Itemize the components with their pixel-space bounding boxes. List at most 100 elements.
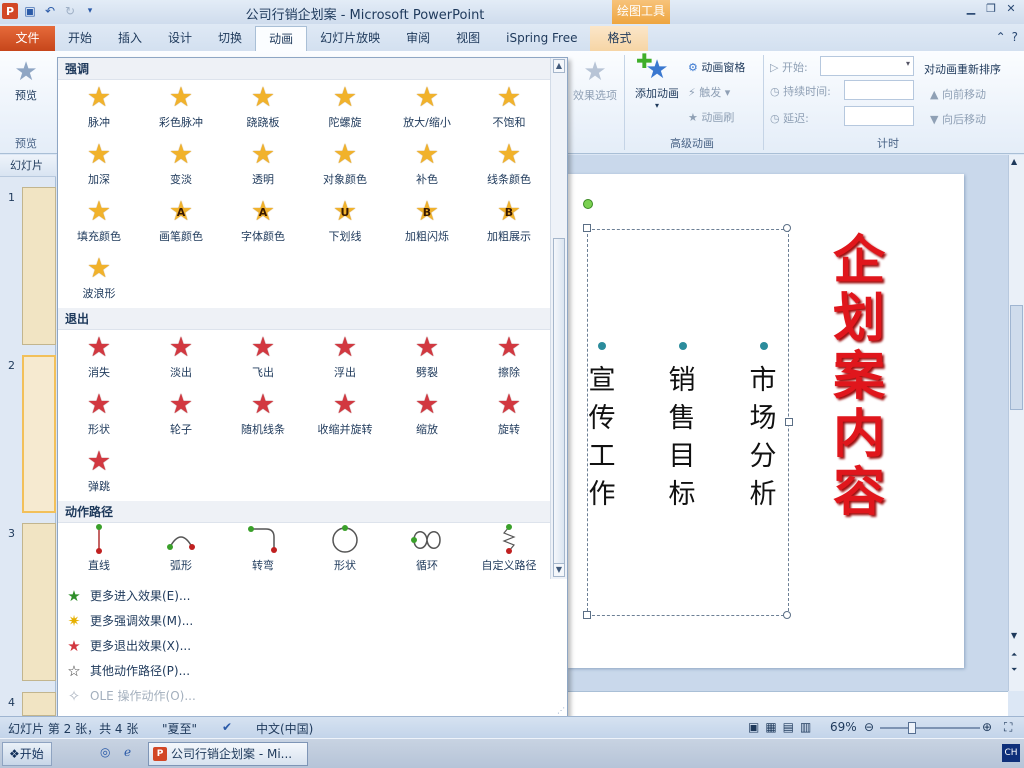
zoom-slider[interactable]: [880, 727, 980, 729]
close-icon[interactable]: ✕: [1002, 2, 1020, 18]
tab-file[interactable]: 文件: [0, 26, 55, 51]
animation-effect-item[interactable]: ★ 对象颜色: [304, 137, 386, 187]
slide-thumbnail-3[interactable]: [22, 523, 56, 681]
slide-vertical-scrollbar[interactable]: ▲ ▼ ⏶ ⏷: [1008, 155, 1024, 691]
resize-handle[interactable]: [783, 224, 791, 232]
animation-effect-item[interactable]: 转弯: [222, 523, 304, 573]
zoom-in-icon[interactable]: ⊕: [982, 720, 992, 734]
start-button[interactable]: ❖开始: [2, 742, 52, 766]
animation-effect-item[interactable]: ★ B 加粗闪烁: [386, 194, 468, 244]
add-animation-button[interactable]: ★ ✚ 添加动画 ▾: [630, 49, 684, 110]
scroll-down-icon[interactable]: ▼: [553, 563, 565, 577]
animation-effect-item[interactable]: ★ 浮出: [304, 330, 386, 380]
scroll-up-icon[interactable]: ▲: [1011, 157, 1017, 166]
animation-effect-item[interactable]: ★ 收缩并旋转: [304, 387, 386, 437]
animation-pane-button[interactable]: ⚙ 动画窗格: [688, 59, 745, 75]
slide-thumbnail-2[interactable]: [22, 355, 56, 513]
preview-button[interactable]: ★ 预览: [8, 57, 44, 103]
resize-handle[interactable]: [785, 418, 793, 426]
animation-effect-item[interactable]: ★ 不饱和: [468, 80, 550, 130]
resize-handle[interactable]: [583, 224, 591, 232]
effect-options-button[interactable]: ★ 效果选项: [570, 57, 620, 103]
zoom-slider-knob[interactable]: [908, 722, 916, 734]
tab-ispring[interactable]: iSpring Free: [493, 26, 590, 51]
animation-effect-item[interactable]: ★ A 字体颜色: [222, 194, 304, 244]
slides-panel-header[interactable]: 幻灯片: [0, 155, 56, 177]
animation-effect-item[interactable]: ★ 劈裂: [386, 330, 468, 380]
zoom-level[interactable]: 69%: [830, 720, 857, 734]
input-method-indicator[interactable]: CH: [1002, 744, 1020, 762]
tab-home[interactable]: 开始: [55, 26, 105, 51]
resize-gripper-icon[interactable]: ⋰: [557, 706, 565, 715]
gallery-menu-item[interactable]: ★ 更多退出效果(X)...: [58, 633, 567, 658]
start-dropdown[interactable]: ▾: [820, 56, 914, 76]
animation-effect-item[interactable]: ★ 线条颜色: [468, 137, 550, 187]
tab-view[interactable]: 视图: [443, 26, 493, 51]
animation-effect-item[interactable]: ★ 填充颜色: [58, 194, 140, 244]
gallery-menu-item[interactable]: ☆ 其他动作路径(P)...: [58, 658, 567, 683]
taskbar-item-powerpoint[interactable]: P 公司行销企划案 - Mi...: [148, 742, 308, 766]
spell-check-icon[interactable]: ✔: [222, 720, 232, 734]
scrollbar-thumb[interactable]: [1010, 305, 1023, 410]
scroll-up-icon[interactable]: ▲: [553, 59, 565, 73]
animation-effect-item[interactable]: 直线: [58, 523, 140, 573]
tab-review[interactable]: 审阅: [393, 26, 443, 51]
tab-animations[interactable]: 动画: [255, 26, 308, 51]
tab-transitions[interactable]: 切换: [205, 26, 255, 51]
animation-effect-item[interactable]: ★ 补色: [386, 137, 468, 187]
resize-handle[interactable]: [783, 611, 791, 619]
animation-effect-item[interactable]: ★ 变淡: [140, 137, 222, 187]
help-icon[interactable]: ?: [1012, 30, 1018, 44]
next-slide-icon[interactable]: ⏷: [1011, 665, 1017, 675]
quick-launch-icon[interactable]: ◎: [100, 745, 110, 759]
animation-effect-item[interactable]: ★ 飞出: [222, 330, 304, 380]
animation-effect-item[interactable]: ★ A 画笔颜色: [140, 194, 222, 244]
animation-effect-item[interactable]: ★ 彩色脉冲: [140, 80, 222, 130]
animation-effect-item[interactable]: ★ 脉冲: [58, 80, 140, 130]
animation-effect-item[interactable]: 弧形: [140, 523, 222, 573]
browser-icon[interactable]: ℯ: [124, 745, 131, 759]
gallery-scrollbar[interactable]: ▲ ▼: [550, 58, 567, 579]
gallery-scroll-thumb[interactable]: [553, 238, 565, 568]
tab-design[interactable]: 设计: [155, 26, 205, 51]
rotation-handle[interactable]: [583, 199, 593, 209]
animation-effect-item[interactable]: ★ 消失: [58, 330, 140, 380]
animation-effect-item[interactable]: ★ 波浪形: [58, 251, 140, 301]
animation-effect-item[interactable]: ★ 陀螺旋: [304, 80, 386, 130]
animation-effect-item[interactable]: ★ 轮子: [140, 387, 222, 437]
tab-insert[interactable]: 插入: [105, 26, 155, 51]
animation-effect-item[interactable]: ★ 加深: [58, 137, 140, 187]
previous-slide-icon[interactable]: ⏶: [1011, 650, 1017, 660]
animation-effect-item[interactable]: ★ 放大/缩小: [386, 80, 468, 130]
tab-format[interactable]: 格式: [590, 26, 649, 51]
animation-effect-item[interactable]: ★ 形状: [58, 387, 140, 437]
animation-effect-item[interactable]: ★ 透明: [222, 137, 304, 187]
scroll-down-icon[interactable]: ▼: [1011, 631, 1017, 640]
animation-effect-item[interactable]: ★ 随机线条: [222, 387, 304, 437]
animation-effect-item[interactable]: ★ 旋转: [468, 387, 550, 437]
animation-effect-item[interactable]: 循环: [386, 523, 468, 573]
notes-pane[interactable]: [568, 691, 1008, 716]
trigger-button[interactable]: ⚡ 触发 ▾: [688, 84, 730, 100]
animation-effect-item[interactable]: ★ 跷跷板: [222, 80, 304, 130]
gallery-menu-item[interactable]: ★ 更多进入效果(E)...: [58, 583, 567, 608]
slide-thumbnail-1[interactable]: [22, 187, 56, 345]
animation-effect-item[interactable]: ★ U 下划线: [304, 194, 386, 244]
move-later-button[interactable]: ▼ 向后移动: [930, 111, 986, 127]
animation-effect-item[interactable]: ★ 弹跳: [58, 444, 140, 494]
fit-slide-icon[interactable]: ⛶: [1004, 720, 1012, 735]
duration-spinner[interactable]: [844, 80, 914, 100]
animation-painter-button[interactable]: ★ 动画刷: [688, 109, 734, 125]
animation-effect-item[interactable]: 自定义路径: [468, 523, 550, 573]
tab-slideshow[interactable]: 幻灯片放映: [307, 26, 393, 51]
view-buttons[interactable]: ▣▦▤▥: [748, 720, 817, 734]
slide-thumbnail-4[interactable]: [22, 692, 56, 716]
slide-title[interactable]: 企划案内容: [828, 232, 890, 522]
minimize-icon[interactable]: ▁: [962, 2, 980, 18]
zoom-out-icon[interactable]: ⊖: [864, 720, 874, 734]
animation-effect-item[interactable]: ★ B 加粗展示: [468, 194, 550, 244]
animation-effect-item[interactable]: ★ 擦除: [468, 330, 550, 380]
gallery-menu-item[interactable]: ✷ 更多强调效果(M)...: [58, 608, 567, 633]
animation-effect-item[interactable]: 形状: [304, 523, 386, 573]
animation-effect-item[interactable]: ★ 淡出: [140, 330, 222, 380]
